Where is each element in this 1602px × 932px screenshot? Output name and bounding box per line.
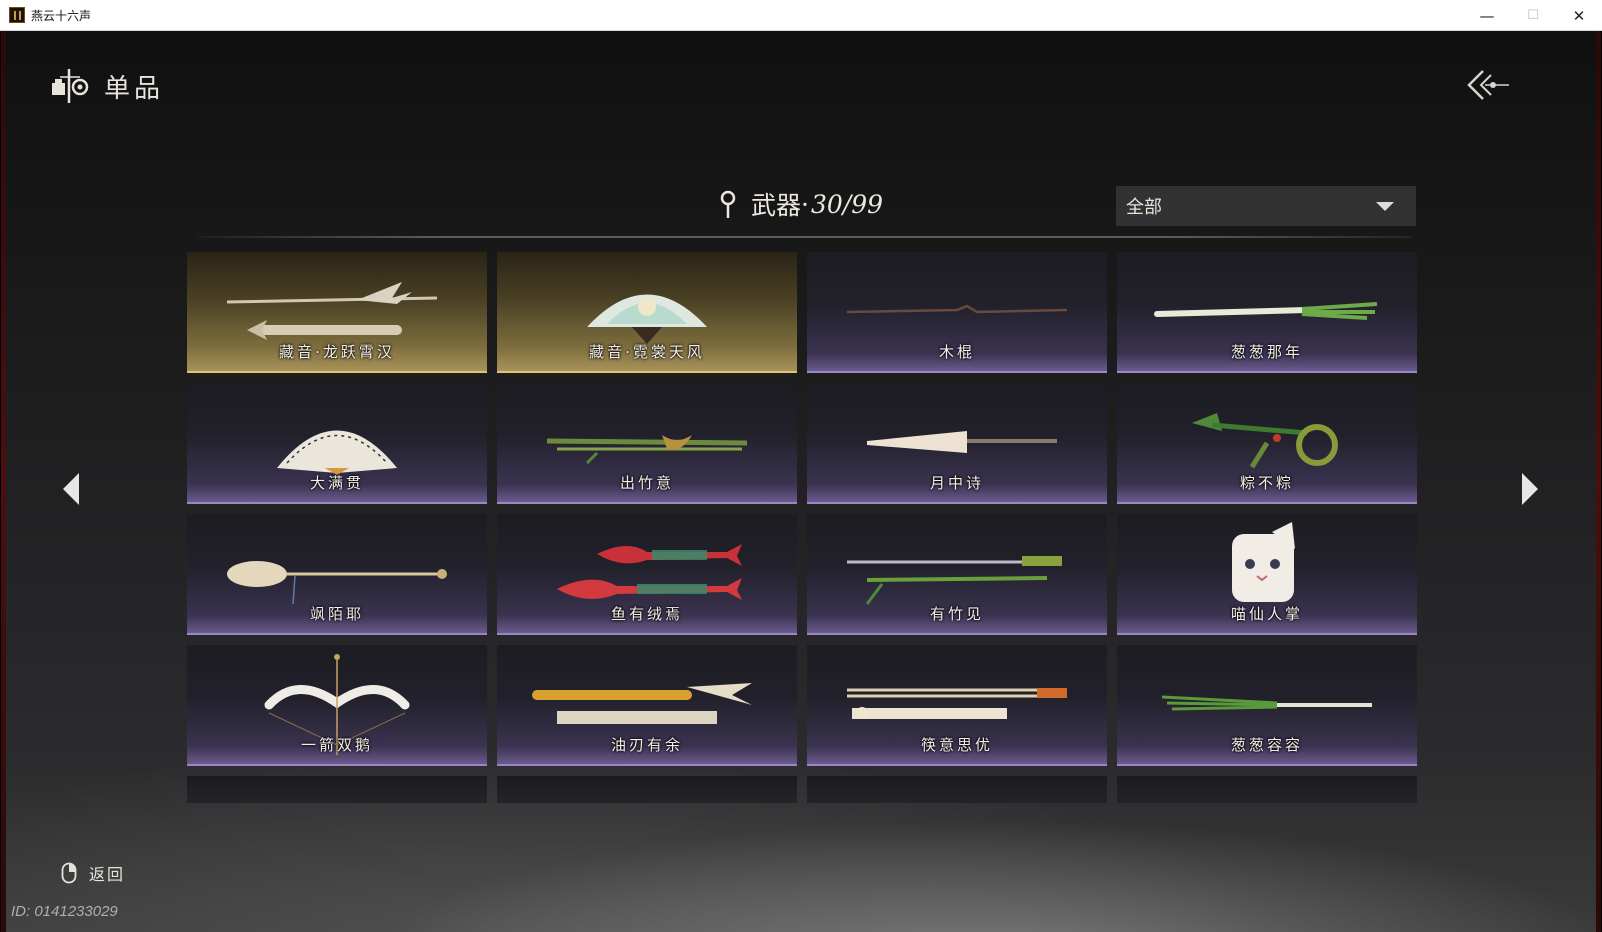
pin-icon — [720, 190, 736, 218]
close-button[interactable]: ✕ — [1556, 0, 1602, 31]
item-card[interactable]: 出竹意 — [497, 383, 797, 504]
back-arrow-icon[interactable] — [1463, 65, 1511, 105]
wardrobe-item-icon — [52, 69, 89, 103]
page-title: 单品 — [104, 73, 165, 104]
item-label: 鱼有绒焉 — [610, 605, 683, 623]
item-card[interactable]: 鱼有绒焉 — [497, 514, 797, 635]
item-card[interactable]: 大满贯 — [187, 383, 487, 504]
item-card[interactable]: 筷意思优 — [807, 645, 1107, 766]
item-label: 筷意思优 — [920, 736, 993, 754]
item-label: 藏音·龙跃霄汉 — [279, 343, 395, 361]
window-title: 燕云十六声 — [31, 8, 92, 23]
item-card[interactable]: 葱葱那年 — [1117, 252, 1417, 373]
item-label: 月中诗 — [929, 474, 984, 492]
arrow-left-icon[interactable] — [57, 469, 85, 509]
filter-dropdown[interactable]: 全部 — [1116, 186, 1416, 226]
right-edge-decoration — [1596, 31, 1601, 932]
maximize-button[interactable]: ☐ — [1510, 0, 1556, 31]
arrow-right-icon[interactable] — [1516, 469, 1544, 509]
item-card-partial[interactable] — [1117, 776, 1417, 803]
item-card[interactable]: 月中诗 — [807, 383, 1107, 504]
item-label: 葱葱那年 — [1230, 343, 1303, 361]
chevron-down-icon — [1376, 202, 1394, 211]
return-label: 返回 — [89, 865, 126, 884]
item-label: 油刃有余 — [610, 736, 683, 754]
item-label: 飒陌耶 — [309, 605, 364, 623]
item-card[interactable]: 有竹见 — [807, 514, 1107, 635]
item-card-partial[interactable] — [497, 776, 797, 803]
item-card[interactable]: 粽不粽 — [1117, 383, 1417, 504]
item-card-partial[interactable] — [187, 776, 487, 803]
filter-selected: 全部 — [1126, 197, 1162, 218]
item-card[interactable]: 一箭双鹅 — [187, 645, 487, 766]
item-label: 木棍 — [938, 343, 975, 361]
game-canvas: 单品 武器 · 30/99 全部 藏音·龙跃霄汉 藏音·霓裳天风 木棍 葱葱那年… — [1, 31, 1601, 932]
item-label: 大满贯 — [309, 474, 364, 492]
category-count: 30/99 — [810, 189, 884, 219]
page-header: 单品 — [50, 67, 164, 105]
mouse-right-click-icon — [61, 862, 77, 884]
item-label: 出竹意 — [619, 474, 674, 492]
window-titlebar: 燕云十六声 — ☐ ✕ — [0, 0, 1602, 31]
item-card[interactable]: 藏音·龙跃霄汉 — [187, 252, 487, 373]
item-card-partial[interactable] — [807, 776, 1107, 803]
header-divider — [197, 236, 1412, 238]
minimize-button[interactable]: — — [1464, 0, 1510, 31]
item-label: 一箭双鹅 — [300, 736, 373, 754]
left-edge-decoration — [1, 31, 6, 932]
category-separator: · — [801, 189, 809, 219]
item-card[interactable]: 藏音·霓裳天风 — [497, 252, 797, 373]
item-label: 藏音·霓裳天风 — [589, 343, 705, 361]
item-card[interactable]: 飒陌耶 — [187, 514, 487, 635]
return-button[interactable]: 返回 — [61, 861, 125, 885]
window-controls: — ☐ ✕ — [1464, 0, 1602, 31]
item-label: 有竹见 — [929, 605, 984, 623]
item-card[interactable]: 油刃有余 — [497, 645, 797, 766]
category-name: 武器 — [751, 191, 802, 220]
green-item-image — [187, 776, 487, 803]
item-card[interactable]: 木棍 — [807, 252, 1107, 373]
item-card[interactable]: 葱葱容容 — [1117, 645, 1417, 766]
player-id: ID: 0141233029 — [11, 903, 118, 920]
item-card[interactable]: 喵仙人掌 — [1117, 514, 1417, 635]
app-icon — [9, 7, 25, 23]
category-heading: 武器 · 30/99 — [717, 186, 883, 222]
item-label: 粽不粽 — [1239, 474, 1294, 492]
item-label: 葱葱容容 — [1230, 736, 1303, 754]
item-label: 喵仙人掌 — [1230, 605, 1303, 623]
